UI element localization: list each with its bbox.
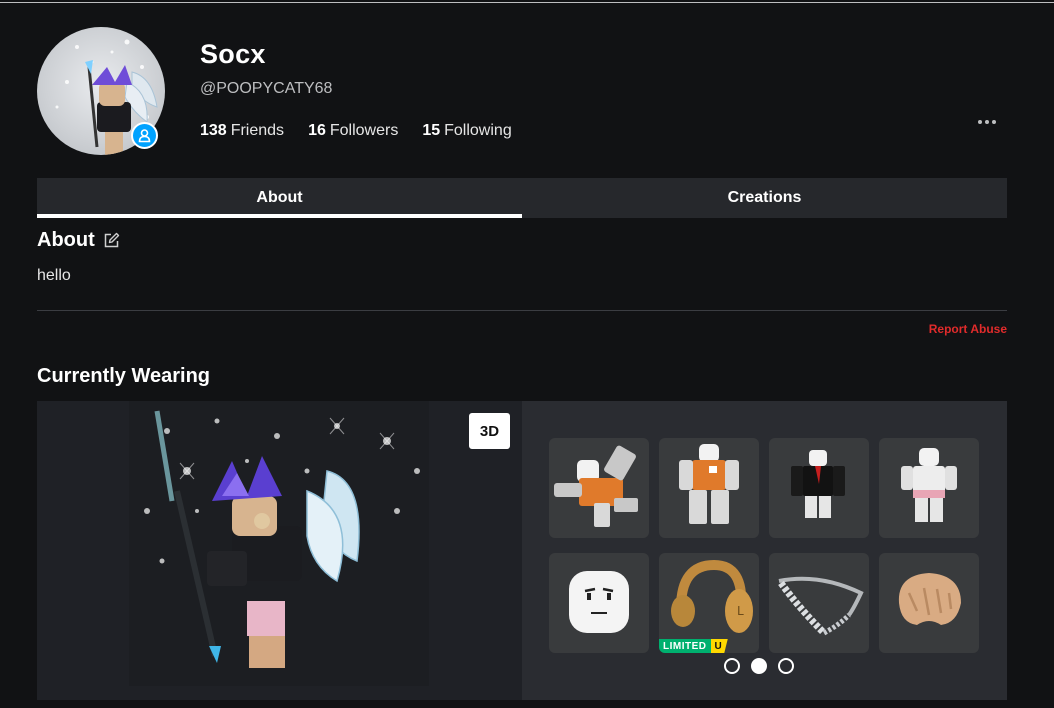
following-link[interactable]: 15 Following: [422, 122, 511, 140]
about-description: hello: [37, 267, 71, 284]
headphones-icon[interactable]: L LIMITED U: [659, 553, 759, 653]
about-title: About: [37, 229, 95, 251]
hair-icon[interactable]: [879, 553, 979, 653]
friends-link[interactable]: 138 Friends: [200, 122, 284, 140]
friends-count: 138: [200, 122, 227, 139]
display-name: Socx: [200, 39, 266, 69]
tab-about[interactable]: About: [37, 178, 522, 218]
more-dot: [985, 120, 989, 124]
items-pager: [724, 658, 794, 674]
avatar-full-body-render: [129, 401, 429, 686]
about-section-header: About: [37, 229, 120, 252]
animation-pack-icon[interactable]: [549, 438, 649, 538]
window-top-border: [0, 2, 1054, 3]
avatar-viewer[interactable]: 3D: [37, 401, 522, 700]
social-stats: 138 Friends 16 Followers 15 Following: [200, 122, 512, 140]
chain-necklace-icon[interactable]: [769, 553, 869, 653]
profile-avatar[interactable]: [37, 27, 165, 155]
face-icon[interactable]: [549, 553, 649, 653]
pager-dot-3[interactable]: [778, 658, 794, 674]
online-status-badge: [131, 122, 158, 149]
white-outfit-icon[interactable]: [879, 438, 979, 538]
black-suit-icon[interactable]: [769, 438, 869, 538]
followers-label: Followers: [329, 122, 399, 139]
unique-label: U: [710, 639, 728, 653]
orange-shirt-avatar-icon[interactable]: [659, 438, 759, 538]
currently-wearing-title: Currently Wearing: [37, 365, 210, 387]
items-grid: L LIMITED U: [549, 438, 979, 653]
profile-tabs: About Creations: [37, 178, 1007, 218]
user-presence-icon: [138, 129, 151, 143]
section-divider: [37, 310, 1007, 311]
limited-unique-badge: LIMITED U: [659, 639, 728, 653]
tab-creations[interactable]: Creations: [522, 178, 1007, 218]
svg-text:L: L: [737, 604, 744, 618]
following-label: Following: [444, 122, 512, 139]
friends-label: Friends: [230, 122, 285, 139]
pager-dot-1[interactable]: [724, 658, 740, 674]
report-abuse-link[interactable]: Report Abuse: [929, 322, 1007, 336]
followers-count: 16: [308, 122, 326, 139]
more-dots-icon: [978, 120, 982, 124]
wearing-items-panel: L LIMITED U: [522, 401, 1007, 700]
following-count: 15: [422, 122, 441, 139]
toggle-3d-button[interactable]: 3D: [469, 413, 510, 449]
pager-dot-2[interactable]: [751, 658, 767, 674]
username: @POOPYCATY68: [200, 80, 333, 97]
more-dot: [992, 120, 996, 124]
limited-label: LIMITED: [659, 639, 711, 653]
followers-link[interactable]: 16 Followers: [308, 122, 398, 140]
edit-icon[interactable]: [103, 232, 120, 249]
more-options-button[interactable]: [975, 112, 999, 132]
